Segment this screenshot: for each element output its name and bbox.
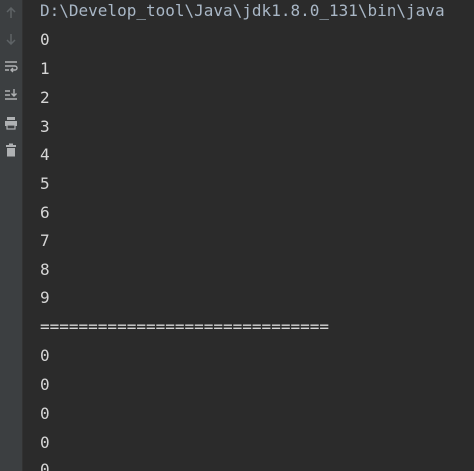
scroll-to-end-icon[interactable]: [2, 86, 20, 104]
trash-icon[interactable]: [2, 141, 20, 159]
output-line: 8: [40, 260, 50, 279]
run-console-panel: D:\Develop_tool\Java\jdk1.8.0_131\bin\ja…: [0, 0, 474, 471]
output-line: 0: [40, 346, 50, 365]
output-line: 3: [40, 117, 50, 136]
output-line: 6: [40, 203, 50, 222]
console-toolbar: [0, 0, 23, 471]
arrow-down-icon[interactable]: [2, 30, 20, 48]
output-line: 9: [40, 288, 50, 307]
print-icon[interactable]: [2, 114, 20, 132]
soft-wrap-icon[interactable]: [2, 58, 20, 76]
output-line: 4: [40, 145, 50, 164]
output-line: 2: [40, 88, 50, 107]
output-line: 0: [40, 30, 50, 49]
output-line: 0: [40, 460, 50, 471]
output-line: 5: [40, 174, 50, 193]
command-line-text: D:\Develop_tool\Java\jdk1.8.0_131\bin\ja…: [40, 1, 445, 20]
output-line: 7: [40, 231, 50, 250]
output-line: 0: [40, 404, 50, 423]
arrow-up-icon[interactable]: [2, 4, 20, 22]
output-line: 0: [40, 375, 50, 394]
separator-line: ==============================: [40, 317, 329, 336]
output-line: 0: [40, 433, 50, 452]
console-output[interactable]: D:\Develop_tool\Java\jdk1.8.0_131\bin\ja…: [40, 0, 474, 471]
output-line: 1: [40, 59, 50, 78]
